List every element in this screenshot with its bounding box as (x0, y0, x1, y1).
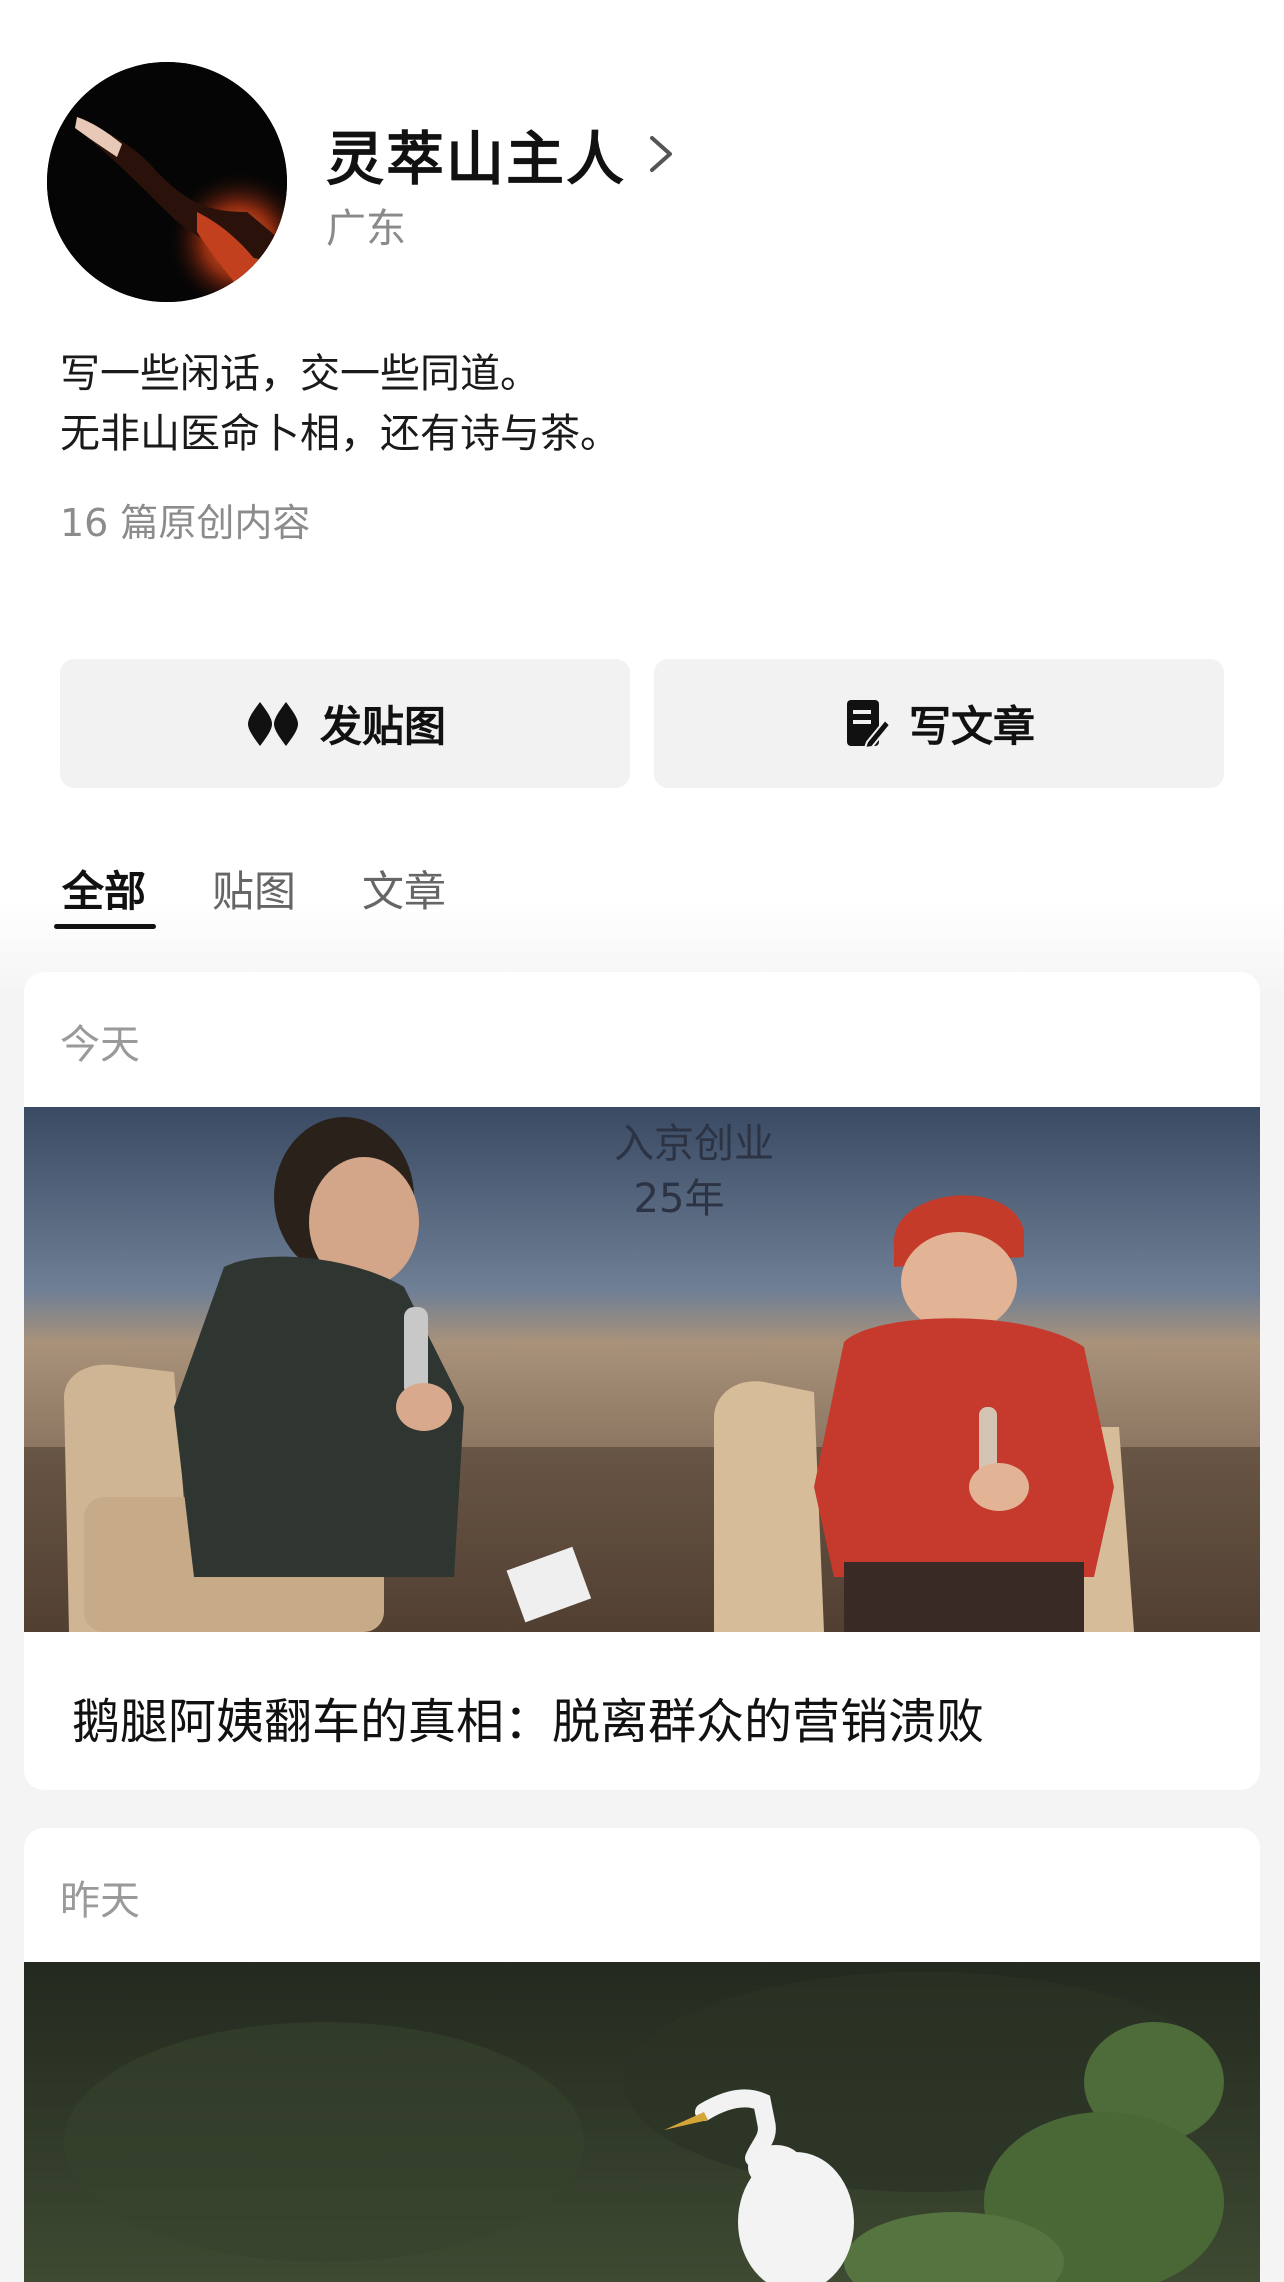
diamond-pair-icon (247, 701, 298, 746)
avatar-image (47, 62, 287, 302)
profile-name-row[interactable]: 灵萃山主人 (326, 112, 678, 196)
bio-line: 无非山医命卜相，还有诗与茶。 (60, 411, 620, 457)
post-image-label: 发贴图 (319, 702, 446, 751)
chevron-right-icon (650, 136, 673, 172)
write-article-button[interactable]: 写文章 (654, 659, 1224, 788)
document-pen-icon (846, 699, 891, 749)
image-caption-line: 25年 (634, 1176, 725, 1222)
image-caption-line: 入京创业 (614, 1121, 774, 1167)
tab-articles[interactable]: 文章 (362, 858, 446, 919)
card-title: 鹅腿阿姨翻车的真相：脱离群众的营销溃败 (72, 1694, 985, 1750)
feed-card[interactable]: 今天 入京创业 25年 鹅腿阿姨翻车的真相：脱离群众的营销溃败 (24, 972, 1260, 1790)
write-article-label: 写文章 (908, 702, 1035, 751)
profile-name: 灵萃山主人 (326, 125, 627, 193)
feed-card[interactable]: 昨天 (24, 1828, 1260, 2282)
profile-bio: 写一些闲话，交一些同道。 无非山医命卜相，还有诗与茶。 (60, 344, 620, 464)
active-tab-indicator (54, 924, 156, 929)
post-image-button[interactable]: 发贴图 (60, 659, 630, 788)
profile-region: 广东 (326, 206, 406, 252)
card-image (24, 1962, 1260, 2282)
card-image: 入京创业 25年 (24, 1107, 1260, 1632)
original-count: 16 篇原创内容 (60, 501, 311, 545)
card-date: 昨天 (60, 1878, 140, 1924)
tab-all[interactable]: 全部 (62, 858, 146, 919)
bio-line: 写一些闲话，交一些同道。 (60, 351, 540, 397)
tab-images[interactable]: 贴图 (212, 858, 296, 919)
card-date: 今天 (60, 1022, 140, 1068)
avatar[interactable] (47, 62, 287, 302)
